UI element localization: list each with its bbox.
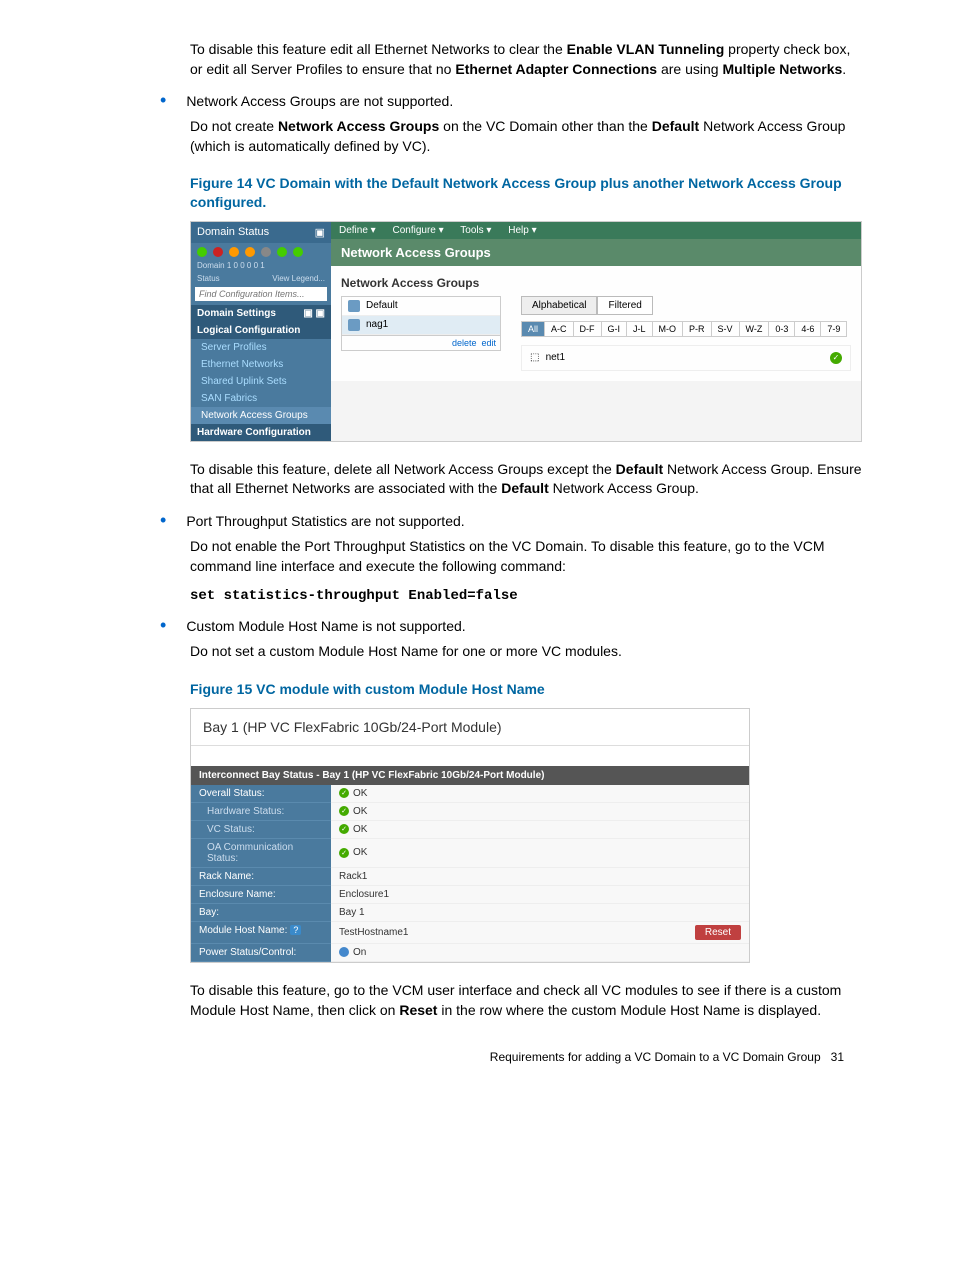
domain-status-row: Domain 1 0 0 0 0 1 bbox=[191, 261, 331, 274]
power-on-icon bbox=[339, 947, 349, 957]
ok-icon: ✓ bbox=[339, 788, 349, 798]
section-domain-settings[interactable]: Domain Settings▣ ▣ bbox=[191, 305, 331, 322]
row-module-host-name: Module Host Name:? TestHostname1Reset bbox=[191, 922, 749, 944]
filter-03[interactable]: 0-3 bbox=[768, 321, 795, 337]
tab-alphabetical[interactable]: Alphabetical bbox=[521, 296, 597, 315]
panel-subtitle: Network Access Groups bbox=[341, 276, 851, 290]
filter-df[interactable]: D-F bbox=[573, 321, 602, 337]
section-icons: ▣ ▣ bbox=[303, 308, 325, 319]
search-input[interactable] bbox=[195, 287, 327, 301]
sidebar-item-san-fabrics[interactable]: SAN Fabrics bbox=[191, 390, 331, 407]
paragraph-hostname-disable: To disable this feature, go to the VCM u… bbox=[190, 981, 864, 1020]
fig14-menubar: Define ▾ Configure ▾ Tools ▾ Help ▾ bbox=[331, 222, 861, 239]
view-legend-link[interactable]: View Legend... bbox=[272, 274, 325, 283]
status-caution-icon bbox=[245, 247, 255, 257]
paragraph-port-throughput: Do not enable the Port Throughput Statis… bbox=[190, 537, 864, 576]
status-error-icon bbox=[213, 247, 223, 257]
check-icon: ✓ bbox=[830, 352, 842, 364]
paragraph-nag-disable: To disable this feature, delete all Netw… bbox=[190, 460, 864, 499]
paragraph-vlan-tunneling: To disable this feature edit all Etherne… bbox=[190, 40, 864, 79]
filter-all[interactable]: All bbox=[521, 321, 545, 337]
collapse-icon[interactable]: ▣ bbox=[315, 226, 325, 239]
bay-title: Bay 1 (HP VC FlexFabric 10Gb/24-Port Mod… bbox=[191, 709, 749, 746]
row-enclosure-name: Enclosure Name: Enclosure1 bbox=[191, 886, 749, 904]
figure-15-screenshot: Bay 1 (HP VC FlexFabric 10Gb/24-Port Mod… bbox=[190, 708, 750, 963]
row-power-status: Power Status/Control: On bbox=[191, 944, 749, 962]
figure-14-screenshot: Domain Status ▣ Domain 1 0 0 0 0 1 Statu… bbox=[190, 221, 862, 442]
menu-tools[interactable]: Tools ▾ bbox=[460, 225, 491, 236]
page-footer: Requirements for adding a VC Domain to a… bbox=[90, 1050, 864, 1064]
ok-icon: ✓ bbox=[339, 806, 349, 816]
bullet-port-throughput: Port Throughput Statistics are not suppo… bbox=[186, 513, 864, 529]
filter-sv[interactable]: S-V bbox=[711, 321, 740, 337]
filter-79[interactable]: 7-9 bbox=[820, 321, 847, 337]
status-icon-row bbox=[191, 243, 331, 261]
fig14-sidebar: Domain Status ▣ Domain 1 0 0 0 0 1 Statu… bbox=[191, 222, 331, 441]
filter-jl[interactable]: J-L bbox=[626, 321, 653, 337]
network-row-net1[interactable]: ⬚ net1 ✓ bbox=[521, 345, 851, 371]
row-vc-status: VC Status: ✓OK bbox=[191, 821, 749, 839]
bullet-icon: • bbox=[160, 616, 166, 634]
row-hardware-status: Hardware Status: ✓OK bbox=[191, 803, 749, 821]
status-refresh-icon bbox=[277, 247, 287, 257]
bullet-icon: • bbox=[160, 91, 166, 109]
code-set-statistics: set statistics-throughput Enabled=false bbox=[190, 588, 864, 604]
main-title: Network Access Groups bbox=[331, 239, 861, 266]
domain-status-header: Domain Status ▣ bbox=[191, 222, 331, 243]
group-icon bbox=[348, 319, 360, 331]
figure-14-caption: Figure 14 VC Domain with the Default Net… bbox=[190, 174, 864, 210]
status-warning-icon bbox=[229, 247, 239, 257]
bullet-custom-hostname: Custom Module Host Name is not supported… bbox=[186, 618, 864, 634]
alpha-filter: AllA-CD-FG-IJ-LM-OP-RS-VW-Z0-34-67-9 bbox=[521, 321, 851, 337]
sidebar-item-network-access-groups[interactable]: Network Access Groups bbox=[191, 407, 331, 424]
paragraph-custom-hostname: Do not set a custom Module Host Name for… bbox=[190, 642, 864, 662]
menu-define[interactable]: Define ▾ bbox=[339, 225, 376, 236]
nag-item-default[interactable]: Default bbox=[342, 297, 500, 316]
row-bay: Bay: Bay 1 bbox=[191, 904, 749, 922]
nag-list: Default nag1 delete edit bbox=[341, 296, 501, 351]
filter-mo[interactable]: M-O bbox=[652, 321, 684, 337]
search-config-items[interactable] bbox=[195, 287, 327, 301]
status-ok-icon bbox=[197, 247, 207, 257]
filter-gi[interactable]: G-I bbox=[601, 321, 628, 337]
bullet-icon: • bbox=[160, 511, 166, 529]
status-unknown-icon bbox=[261, 247, 271, 257]
menu-help[interactable]: Help ▾ bbox=[508, 225, 536, 236]
ok-icon: ✓ bbox=[339, 824, 349, 834]
status-other-icon bbox=[293, 247, 303, 257]
network-icon: ⬚ bbox=[530, 352, 540, 362]
row-rack-name: Rack Name: Rack1 bbox=[191, 868, 749, 886]
tab-filtered[interactable]: Filtered bbox=[597, 296, 652, 315]
row-overall-status: Overall Status: ✓OK bbox=[191, 785, 749, 803]
help-icon[interactable]: ? bbox=[290, 925, 301, 935]
sidebar-item-ethernet-networks[interactable]: Ethernet Networks bbox=[191, 356, 331, 373]
filter-pr[interactable]: P-R bbox=[682, 321, 712, 337]
section-hardware-config[interactable]: Hardware Configuration bbox=[191, 424, 331, 441]
bullet-network-access-groups: Network Access Groups are not supported. bbox=[186, 93, 864, 109]
row-oa-status: OA Communication Status: ✓OK bbox=[191, 839, 749, 868]
filter-46[interactable]: 4-6 bbox=[794, 321, 821, 337]
filter-tabs: AlphabeticalFiltered bbox=[521, 296, 851, 315]
filter-ac[interactable]: A-C bbox=[544, 321, 574, 337]
section-logical-config[interactable]: Logical Configuration bbox=[191, 322, 331, 339]
reset-button[interactable]: Reset bbox=[695, 925, 741, 940]
nag-item-nag1[interactable]: nag1 bbox=[342, 316, 500, 335]
menu-configure[interactable]: Configure ▾ bbox=[393, 225, 444, 236]
delete-link[interactable]: delete bbox=[452, 338, 477, 348]
ok-icon: ✓ bbox=[339, 848, 349, 858]
filter-wz[interactable]: W-Z bbox=[739, 321, 770, 337]
interconnect-subheader: Interconnect Bay Status - Bay 1 (HP VC F… bbox=[191, 766, 749, 785]
sidebar-item-shared-uplink-sets[interactable]: Shared Uplink Sets bbox=[191, 373, 331, 390]
edit-link[interactable]: edit bbox=[481, 338, 496, 348]
group-icon bbox=[348, 300, 360, 312]
paragraph-nag-donotcreate: Do not create Network Access Groups on t… bbox=[190, 117, 864, 156]
figure-15-caption: Figure 15 VC module with custom Module H… bbox=[190, 680, 864, 698]
sidebar-item-server-profiles[interactable]: Server Profiles bbox=[191, 339, 331, 356]
